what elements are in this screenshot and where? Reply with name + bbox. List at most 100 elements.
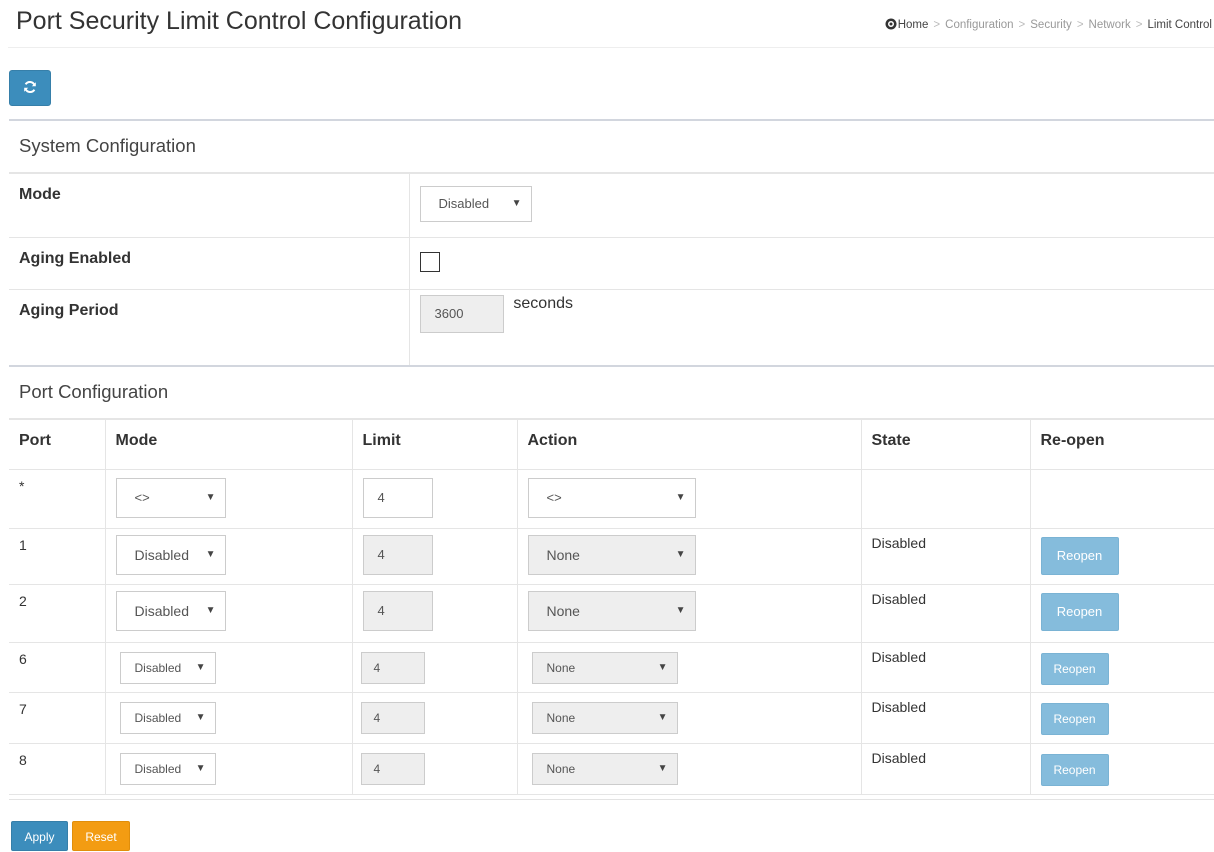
port-state: Disabled	[860, 584, 1031, 643]
column-header-mode: Mode	[104, 419, 353, 470]
reset-button[interactable]: Reset	[72, 821, 130, 851]
table-row: 2 Disabled ▼ 4 None ▼ Disabled Reopen	[9, 584, 1214, 643]
aging-period-label: Aging Period	[9, 289, 410, 374]
wildcard-limit-input[interactable]: 4	[362, 478, 433, 518]
port-action-select[interactable]: None ▼	[527, 591, 696, 631]
port-mode-select[interactable]: Disabled ▼	[119, 753, 216, 785]
port-number: 1	[9, 528, 106, 585]
port-mode-select[interactable]: Disabled ▼	[115, 591, 226, 631]
chevron-down-icon: ▼	[675, 492, 686, 503]
refresh-button[interactable]	[9, 70, 51, 106]
port-mode-value: Disabled	[134, 661, 182, 675]
port-state: Disabled	[860, 692, 1031, 744]
breadcrumb-network[interactable]: Network	[1089, 19, 1131, 31]
aging-enabled-checkbox[interactable]	[419, 252, 440, 272]
port-action-value: None	[546, 603, 580, 619]
port-state: Disabled	[860, 642, 1031, 693]
port-action-select[interactable]: None ▼	[531, 652, 678, 684]
page-header: Port Security Limit Control Configuratio…	[8, 0, 1214, 48]
port-number: 7	[9, 692, 106, 744]
home-icon	[885, 18, 897, 30]
port-configuration-panel: Port Configuration Port Mode Limit Actio…	[9, 365, 1214, 800]
breadcrumb-security[interactable]: Security	[1030, 19, 1072, 31]
chevron-down-icon: ▼	[205, 605, 216, 616]
aging-enabled-row: Aging Enabled	[9, 237, 1214, 290]
port-action-value: None	[546, 711, 576, 725]
reopen-button[interactable]: Reopen	[1040, 593, 1119, 631]
refresh-icon	[23, 80, 37, 97]
breadcrumb-home[interactable]: Home	[898, 19, 929, 31]
port-state: Disabled	[860, 528, 1031, 585]
port-number: 8	[9, 743, 106, 795]
port-mode-value: Disabled	[134, 547, 189, 563]
port-configuration-table: Port Mode Limit Action State Re-open * <…	[9, 419, 1214, 795]
port-action-value: None	[546, 661, 576, 675]
port-number: 2	[9, 584, 106, 643]
column-header-port: Port	[9, 419, 106, 470]
apply-button[interactable]: Apply	[11, 821, 68, 851]
aging-period-unit: seconds	[513, 295, 573, 312]
chevron-down-icon: ▼	[675, 549, 686, 560]
chevron-down-icon: ▼	[195, 662, 206, 673]
table-row: 1 Disabled ▼ 4 None ▼ Disabled Reopen	[9, 528, 1214, 585]
system-configuration-table: Mode Disabled ▼ Aging Enabled Aging Peri…	[9, 173, 1214, 374]
chevron-down-icon: ▼	[657, 712, 668, 723]
system-configuration-panel: System Configuration Mode Disabled ▼ Agi…	[9, 119, 1214, 374]
chevron-down-icon: ▼	[205, 492, 216, 503]
port-limit-input[interactable]: 4	[362, 535, 433, 575]
port-mode-select[interactable]: Disabled ▼	[119, 702, 216, 734]
port-mode-value: Disabled	[134, 711, 182, 725]
port-action-value: None	[546, 547, 580, 563]
wildcard-port: *	[9, 469, 106, 529]
port-configuration-title: Port Configuration	[9, 367, 1214, 419]
wildcard-mode-select[interactable]: <> ▼	[115, 478, 226, 518]
chevron-down-icon: ▼	[195, 712, 206, 723]
port-mode-value: Disabled	[134, 603, 189, 619]
wildcard-action-value: <>	[546, 490, 562, 505]
system-configuration-title: System Configuration	[9, 121, 1214, 173]
page-title: Port Security Limit Control Configuratio…	[16, 7, 463, 35]
table-row: 6 Disabled ▼ 4 None ▼ Disabled Reopen	[9, 642, 1214, 693]
wildcard-action-select[interactable]: <> ▼	[527, 478, 696, 518]
breadcrumb-configuration[interactable]: Configuration	[945, 19, 1013, 31]
port-mode-select[interactable]: Disabled ▼	[119, 652, 216, 684]
aging-period-row: Aging Period 3600 seconds	[9, 289, 1214, 374]
wildcard-state	[860, 469, 1031, 529]
mode-row: Mode Disabled ▼	[9, 173, 1214, 238]
port-limit-input[interactable]: 4	[360, 652, 425, 684]
aging-period-input[interactable]: 3600	[419, 295, 504, 333]
system-mode-select[interactable]: Disabled ▼	[419, 186, 532, 222]
column-header-state: State	[860, 419, 1031, 470]
port-table-header: Port Mode Limit Action State Re-open	[9, 419, 1214, 470]
breadcrumb: Home > Configuration > Security > Network > Limi…	[885, 18, 1212, 31]
port-action-value: None	[546, 762, 576, 776]
port-limit-input[interactable]: 4	[362, 591, 433, 631]
chevron-down-icon: ▼	[657, 763, 668, 774]
port-action-select[interactable]: None ▼	[531, 702, 678, 734]
table-row: 7 Disabled ▼ 4 None ▼ Disabled Reopen	[9, 692, 1214, 744]
chevron-down-icon: ▼	[195, 763, 206, 774]
aging-enabled-label: Aging Enabled	[9, 237, 410, 290]
port-limit-input[interactable]: 4	[360, 702, 425, 734]
port-state: Disabled	[860, 743, 1031, 795]
column-header-reopen: Re-open	[1029, 419, 1214, 470]
port-mode-select[interactable]: Disabled ▼	[115, 535, 226, 575]
mode-label: Mode	[9, 173, 410, 238]
chevron-down-icon: ▼	[675, 605, 686, 616]
chevron-down-icon: ▼	[205, 549, 216, 560]
column-header-action: Action	[516, 419, 862, 470]
port-action-select[interactable]: None ▼	[531, 753, 678, 785]
chevron-down-icon: ▼	[511, 198, 522, 209]
breadcrumb-limit-control: Limit Control	[1147, 19, 1212, 31]
reopen-button[interactable]: Reopen	[1040, 703, 1109, 735]
reopen-button[interactable]: Reopen	[1040, 754, 1109, 786]
port-mode-value: Disabled	[134, 762, 182, 776]
reopen-button[interactable]: Reopen	[1040, 537, 1119, 575]
reopen-button[interactable]: Reopen	[1040, 653, 1109, 685]
port-limit-input[interactable]: 4	[360, 753, 425, 785]
port-number: 6	[9, 642, 106, 693]
wildcard-mode-value: <>	[134, 490, 150, 505]
wildcard-reopen	[1029, 469, 1214, 529]
column-header-limit: Limit	[351, 419, 518, 470]
port-action-select[interactable]: None ▼	[527, 535, 696, 575]
